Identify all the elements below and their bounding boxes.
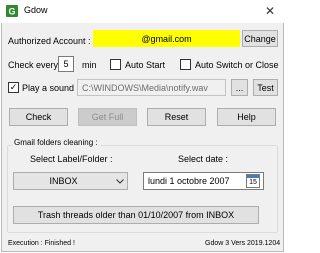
close-icon[interactable]: ✕ bbox=[262, 3, 278, 19]
reset-button[interactable]: Reset bbox=[147, 108, 206, 126]
interval-unit-label: min bbox=[82, 60, 97, 70]
trash-threads-button[interactable]: Trash threads older than 01/10/2007 from… bbox=[13, 206, 259, 224]
help-button[interactable]: Help bbox=[217, 108, 276, 126]
select-date-title: Select date : bbox=[178, 154, 229, 164]
auto-start-checkbox[interactable] bbox=[110, 59, 121, 70]
calendar-day: 15 bbox=[249, 179, 257, 186]
select-label-title: Select Label/Folder : bbox=[30, 154, 113, 164]
check-every-label: Check every bbox=[8, 60, 59, 70]
version-label: Gdow 3 Vers 2019.1204 bbox=[205, 240, 281, 247]
date-value: lundi 1 octobre 2007 bbox=[148, 176, 230, 186]
calendar-icon[interactable]: 15 bbox=[246, 174, 260, 188]
interval-input[interactable]: 5 bbox=[58, 56, 74, 72]
window-title: Gdow bbox=[24, 5, 48, 15]
svg-text:G: G bbox=[8, 7, 15, 17]
gdow-logo-icon: G bbox=[6, 5, 18, 17]
label-folder-select[interactable]: INBOX bbox=[13, 172, 128, 190]
play-sound-label: Play a sound bbox=[22, 83, 75, 93]
auto-start-label: Auto Start bbox=[125, 60, 166, 70]
account-value: @gmail.com bbox=[141, 33, 192, 44]
auto-switch-label: Auto Switch or Close bbox=[195, 60, 279, 70]
execution-status: Execution : Finished ! bbox=[8, 240, 75, 247]
sound-path-field[interactable]: C:\WINDOWS\Media\notify.wav bbox=[77, 79, 226, 96]
auto-switch-checkbox[interactable] bbox=[180, 59, 191, 70]
get-full-button[interactable]: Get Full bbox=[78, 108, 137, 126]
account-field[interactable]: @gmail.com bbox=[93, 30, 240, 47]
change-button[interactable]: Change bbox=[242, 30, 278, 47]
play-sound-checkbox[interactable]: ✓ bbox=[8, 82, 19, 93]
label-folder-value: INBOX bbox=[49, 176, 78, 186]
browse-button[interactable]: ... bbox=[231, 79, 248, 96]
gmail-cleaning-title: Gmail folders cleaning : bbox=[12, 138, 100, 147]
account-label: Authorized Account : bbox=[8, 36, 91, 46]
checkmark-icon: ✓ bbox=[9, 82, 18, 92]
check-button[interactable]: Check bbox=[9, 108, 68, 126]
chevron-down-icon bbox=[113, 177, 127, 186]
test-button[interactable]: Test bbox=[253, 79, 278, 96]
